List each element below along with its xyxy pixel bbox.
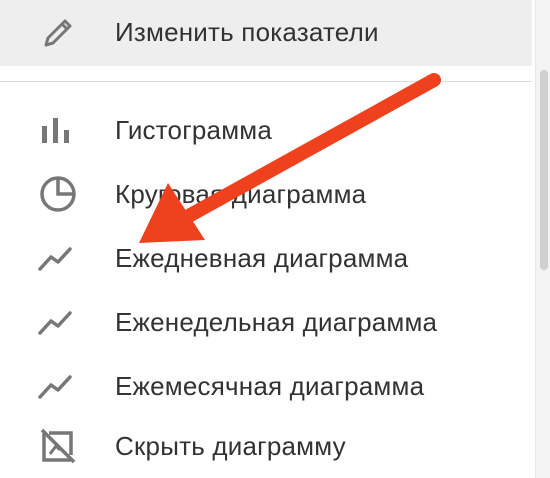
menu-divider (0, 81, 532, 82)
pencil-icon (36, 11, 80, 55)
hide-chart-icon (36, 424, 80, 468)
menu-item-weekly-chart-label: Еженедельная диаграмма (115, 307, 438, 337)
menu-item-histogram-label: Гистограмма (115, 115, 273, 145)
line-chart-icon (36, 364, 80, 408)
pie-chart-icon (36, 172, 80, 216)
line-chart-icon (36, 300, 80, 344)
edit-metrics-label: Изменить показатели (115, 17, 379, 47)
menu-item-pie-chart-label: Круговая диаграмма (115, 179, 367, 209)
menu-item-pie-chart[interactable]: Круговая диаграмма (0, 162, 532, 226)
menu-item-weekly-chart[interactable]: Еженедельная диаграмма (0, 290, 532, 354)
menu-item-monthly-chart-label: Ежемесячная диаграмма (115, 371, 425, 401)
edit-metrics-item[interactable]: Изменить показатели (0, 0, 532, 66)
line-chart-icon (36, 236, 80, 280)
scrollbar-thumb[interactable] (540, 70, 548, 270)
menu-item-hide-chart[interactable]: Скрыть диаграмму (0, 414, 532, 478)
scrollbar[interactable] (535, 0, 550, 478)
menu-item-hide-chart-label: Скрыть диаграмму (115, 431, 346, 461)
menu-item-daily-chart-label: Ежедневная диаграмма (115, 243, 409, 273)
menu-item-daily-chart[interactable]: Ежедневная диаграмма (0, 226, 532, 290)
chart-options-menu: Изменить показатели Гистограмма Круговая… (0, 0, 550, 478)
bar-chart-icon (36, 108, 80, 152)
menu-item-histogram[interactable]: Гистограмма (0, 98, 532, 162)
menu-item-monthly-chart[interactable]: Ежемесячная диаграмма (0, 354, 532, 418)
